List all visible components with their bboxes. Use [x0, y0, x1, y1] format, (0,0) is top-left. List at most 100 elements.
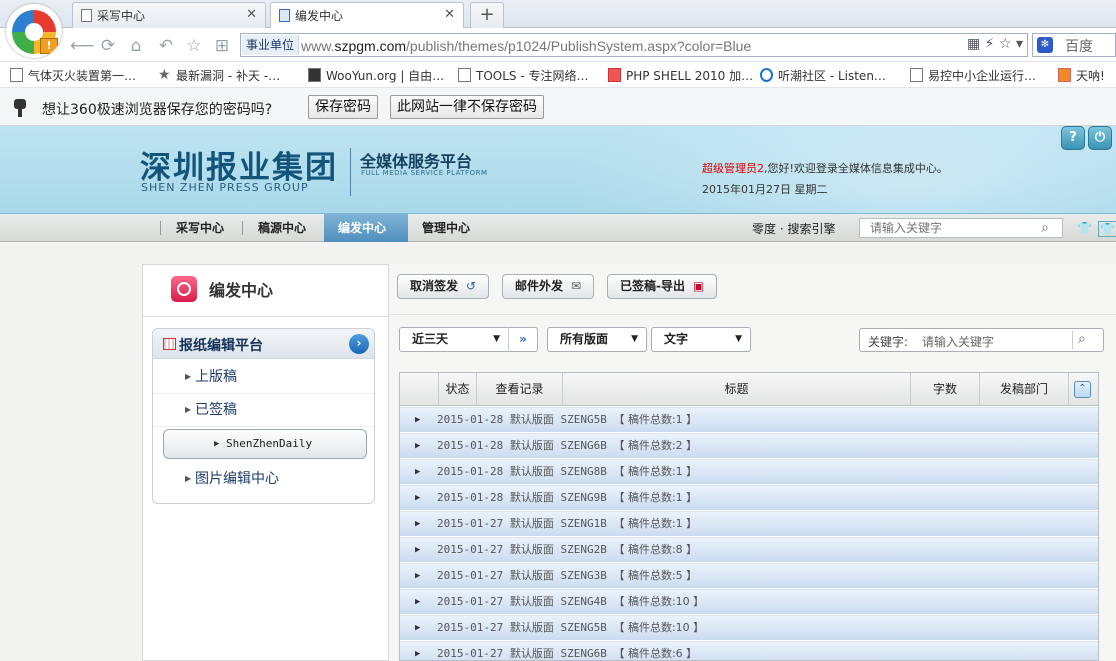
address-bar[interactable]: 事业单位 www.szpgm.com/publish/themes/p1024/… — [240, 33, 1028, 57]
save-password-button[interactable]: 保存密码 — [308, 95, 378, 119]
password-prompt-message: 想让360极速浏览器保存您的密码吗? — [42, 102, 273, 118]
expand-icon[interactable]: ▶ — [415, 512, 420, 536]
mail-send-button[interactable]: 邮件外发 ✉ — [502, 274, 595, 299]
date-range-select[interactable]: 近三天 ▼ — [399, 327, 509, 352]
bookmark-item[interactable]: TOOLS - 专注网络… — [458, 67, 588, 84]
divider — [389, 314, 1116, 315]
bookmark-item[interactable]: 气体灭火装置第一… — [10, 67, 136, 84]
tree-item-shenzhendaily[interactable]: ▶ ShenZhenDaily — [163, 429, 367, 459]
row-date: 2015-01-28 — [437, 465, 504, 478]
expand-icon[interactable]: ▶ — [415, 486, 420, 510]
home-icon[interactable]: ⌂ — [126, 36, 146, 56]
bookmark-item[interactable]: PHP SHELL 2010 加… — [608, 67, 753, 84]
collapse-up-icon[interactable]: ⌃ — [1074, 381, 1091, 398]
lightning-icon[interactable]: ⚡ — [985, 36, 995, 52]
expand-icon[interactable]: ▶ — [415, 460, 420, 484]
caret-right-icon: ▶ — [185, 372, 192, 381]
table-row[interactable]: ▶ 2015-01-27 默认版面 SZENG3B 【 稿件总数:5 】 — [400, 563, 1098, 589]
export-signed-button[interactable]: 已签稿-导出 ▣ — [607, 274, 718, 299]
grid-header: 状态 查看记录 标题 字数 发稿部门 ⌃ — [400, 373, 1098, 406]
keyword-label: 关键字: — [868, 335, 909, 349]
url-text[interactable]: www.szpgm.com/publish/themes/p1024/Publi… — [301, 36, 751, 56]
back-icon[interactable]: ⟵ — [70, 36, 94, 56]
table-row[interactable]: ▶ 2015-01-27 默认版面 SZENG6B 【 稿件总数:6 】 — [400, 641, 1098, 660]
table-row[interactable]: ▶ 2015-01-28 默认版面 SZENG8B 【 稿件总数:1 】 — [400, 459, 1098, 485]
nav-caixie[interactable]: 采写中心 — [162, 214, 238, 242]
nav-bianfa[interactable]: 编发中心 — [324, 214, 408, 242]
row-section: 默认版面 — [509, 517, 554, 530]
cancel-sign-button[interactable]: 取消签发 ↺ — [397, 274, 490, 299]
apps-icon[interactable]: ⊞ — [212, 36, 232, 56]
row-code: SZENG2B — [560, 543, 607, 556]
welcome-message: 超级管理员2,您好!欢迎登录全媒体信息集成中心。 — [702, 162, 948, 175]
table-row[interactable]: ▶ 2015-01-27 默认版面 SZENG5B 【 稿件总数:10 】 — [400, 615, 1098, 641]
blue-theme-icon[interactable]: 👕 — [1098, 221, 1116, 237]
platform-header[interactable]: 报纸编辑平台 › — [153, 329, 374, 359]
expand-icon[interactable]: ▶ — [415, 590, 420, 614]
expand-icon[interactable]: ▶ — [415, 616, 420, 640]
browser-logo[interactable]: ! — [6, 4, 62, 58]
qr-icon[interactable]: ▦ — [967, 36, 980, 52]
type-select[interactable]: 文字 ▼ — [651, 327, 751, 352]
row-text: 2015-01-27 默认版面 SZENG2B 【 稿件总数:8 】 — [437, 538, 697, 562]
tree-item-yiqian[interactable]: ▶ 已签稿 — [153, 394, 374, 427]
keyword-input[interactable]: 请输入关键字 — [922, 333, 994, 350]
nav-gaoyuan[interactable]: 稿源中心 — [244, 214, 320, 242]
baidu-paw-icon[interactable]: ✻ — [1037, 37, 1053, 53]
column-title[interactable]: 标题 — [562, 373, 910, 406]
expand-icon[interactable]: ▶ — [415, 408, 420, 432]
tab-label: 采写中心 — [97, 9, 146, 23]
tree-item-tupian[interactable]: ▶ 图片编辑中心 — [153, 463, 374, 496]
column-view-log[interactable]: 查看记录 — [476, 373, 562, 406]
table-row[interactable]: ▶ 2015-01-28 默认版面 SZENG5B 【 稿件总数:1 】 — [400, 407, 1098, 433]
page-select[interactable]: 所有版面 ▼ — [547, 327, 647, 352]
expand-icon[interactable]: ▶ — [415, 642, 420, 660]
red-theme-icon[interactable]: 👕 — [1077, 221, 1092, 235]
search-icon[interactable]: ⌕ — [1036, 220, 1054, 236]
close-icon[interactable]: ✕ — [444, 7, 455, 22]
search-icon[interactable]: ⌕ — [1078, 331, 1086, 347]
user-name[interactable]: 超级管理员2 — [702, 162, 764, 175]
caret-down-icon: ▼ — [493, 334, 500, 344]
forward-icon[interactable]: ⟳ — [98, 36, 118, 56]
expand-icon[interactable]: ▶ — [415, 564, 420, 588]
expand-icon[interactable]: ▶ — [415, 538, 420, 562]
column-word-count[interactable]: 字数 — [910, 373, 979, 406]
tab-bianfa[interactable]: 编发中心 ✕ — [270, 2, 464, 29]
tab-caixie[interactable]: 采写中心 ✕ — [72, 2, 266, 28]
bookmark-item[interactable]: 听潮社区 - Listen… — [760, 67, 886, 84]
publish-center-icon — [171, 276, 197, 302]
nav-guanli[interactable]: 管理中心 — [408, 214, 484, 242]
table-row[interactable]: ▶ 2015-01-27 默认版面 SZENG2B 【 稿件总数:8 】 — [400, 537, 1098, 563]
table-row[interactable]: ▶ 2015-01-27 默认版面 SZENG1B 【 稿件总数:1 】 — [400, 511, 1098, 537]
row-count-label: 【 稿件总数:6 】 — [613, 647, 698, 660]
new-tab-button[interactable]: + — [470, 2, 504, 28]
platform-name-english: FULL MEDIA SERVICE PLATFORM — [361, 169, 488, 177]
close-icon[interactable]: ✕ — [246, 7, 257, 22]
tree-item-shangban[interactable]: ▶ 上版稿 — [153, 361, 374, 394]
collapse-icon[interactable]: › — [349, 334, 369, 354]
undo-icon[interactable]: ↶ — [156, 36, 176, 56]
star-icon[interactable]: ☆ — [999, 36, 1012, 52]
power-icon[interactable]: ⏻ — [1088, 126, 1112, 150]
bookmark-item[interactable]: 天呐! — [1058, 67, 1105, 84]
site-search-input[interactable] — [859, 218, 1063, 238]
browser-search-box[interactable]: ✻ 百度 — [1032, 33, 1116, 57]
column-department[interactable]: 发稿部门 — [979, 373, 1068, 406]
never-save-button[interactable]: 此网站一律不保存密码 — [390, 95, 544, 119]
expand-icon[interactable]: ▶ — [415, 434, 420, 458]
bookmark-item[interactable]: WooYun.org | 自由… — [308, 67, 444, 84]
php-icon — [608, 68, 621, 82]
table-row[interactable]: ▶ 2015-01-28 默认版面 SZENG6B 【 稿件总数:2 】 — [400, 433, 1098, 459]
help-icon[interactable]: ? — [1061, 126, 1085, 150]
column-status[interactable]: 状态 — [438, 373, 476, 406]
table-row[interactable]: ▶ 2015-01-28 默认版面 SZENG9B 【 稿件总数:1 】 — [400, 485, 1098, 511]
row-date: 2015-01-27 — [437, 543, 504, 556]
table-row[interactable]: ▶ 2015-01-27 默认版面 SZENG4B 【 稿件总数:10 】 — [400, 589, 1098, 615]
apply-filter-button[interactable]: » — [508, 327, 538, 352]
chevron-down-icon[interactable]: ▾ — [1016, 36, 1023, 52]
bookmark-item[interactable]: 易控中小企业运行… — [910, 67, 1036, 84]
bookmark-item[interactable]: ★ 最新漏洞 - 补天 -… — [158, 67, 280, 84]
favorite-icon[interactable]: ☆ — [184, 36, 204, 56]
keyword-search-box[interactable]: 关键字: 请输入关键字 ⌕ — [859, 328, 1104, 352]
